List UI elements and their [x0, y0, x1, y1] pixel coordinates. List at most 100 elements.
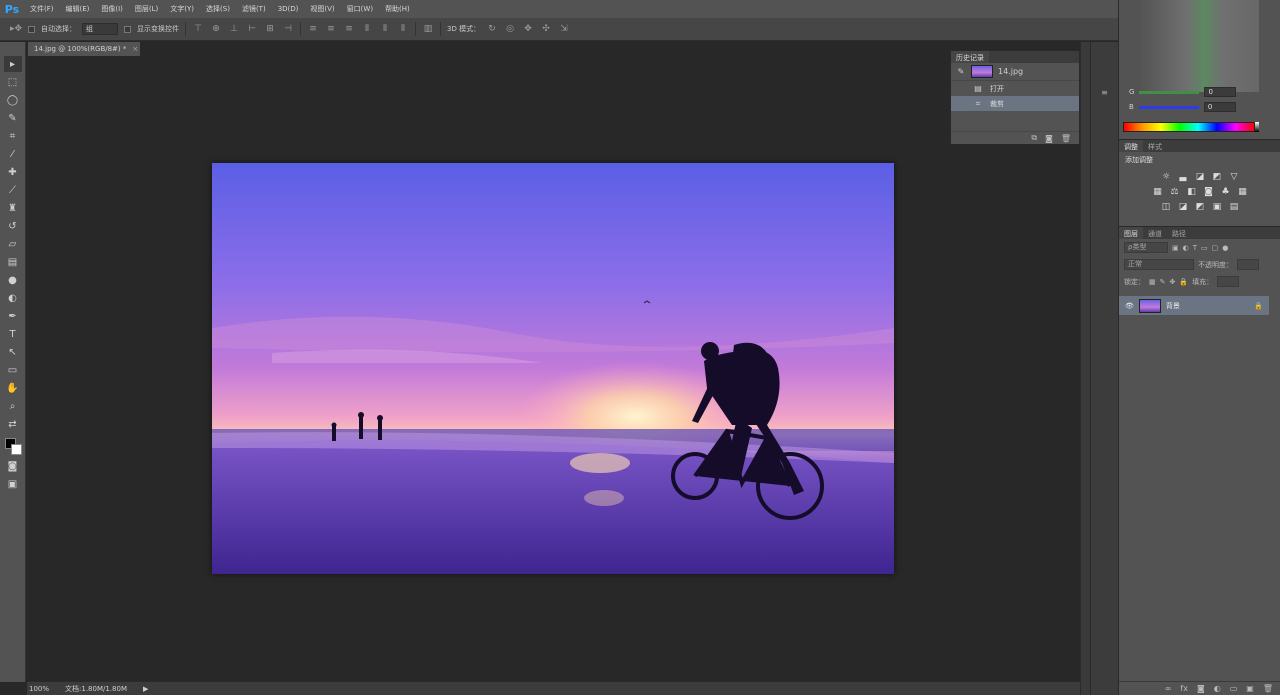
- path-select-tool-icon[interactable]: ↖: [4, 344, 22, 360]
- brightness-icon[interactable]: ☼: [1160, 171, 1172, 183]
- background-color[interactable]: [10, 444, 22, 455]
- color-slider-g[interactable]: G 0: [1129, 86, 1269, 98]
- trash-icon[interactable]: 🗑: [1263, 684, 1273, 693]
- align-hcenter-icon[interactable]: ⊞: [264, 23, 276, 35]
- history-step-open[interactable]: ▤ 打开: [951, 81, 1079, 96]
- auto-select-checkbox[interactable]: [28, 25, 35, 33]
- vibrance-icon[interactable]: ▽: [1228, 171, 1240, 183]
- menu-image[interactable]: 图像(I): [95, 4, 129, 14]
- levels-icon[interactable]: ▃: [1177, 171, 1189, 183]
- new-document-from-state-icon[interactable]: ⧉: [1031, 133, 1037, 143]
- dodge-tool-icon[interactable]: ◐: [4, 290, 22, 306]
- new-layer-icon[interactable]: ▣: [1246, 684, 1254, 693]
- tab-layers[interactable]: 图层: [1119, 227, 1143, 239]
- layer-row[interactable]: 👁 背景 🔒: [1119, 296, 1269, 315]
- auto-align-icon[interactable]: ▥: [422, 23, 434, 35]
- gradient-tool-icon[interactable]: ▤: [4, 254, 22, 270]
- document-tab[interactable]: 14.jpg @ 100%(RGB/8#) * ×: [28, 42, 140, 56]
- distribute-left-icon[interactable]: ⫴: [361, 23, 373, 35]
- lock-position-icon[interactable]: ✥: [1170, 278, 1176, 286]
- layer-name[interactable]: 背景: [1166, 301, 1249, 311]
- move-tool-preset-icon[interactable]: ▸✥: [10, 23, 22, 35]
- swap-colors-icon[interactable]: ⇄: [4, 416, 22, 432]
- distribute-right-icon[interactable]: ⫴: [397, 23, 409, 35]
- menu-layer[interactable]: 图层(L): [129, 4, 164, 14]
- align-top-icon[interactable]: ⊤: [192, 23, 204, 35]
- status-menu-arrow-icon[interactable]: ▶: [143, 685, 148, 693]
- tab-styles[interactable]: 样式: [1143, 140, 1167, 152]
- threshold-icon[interactable]: ◩: [1194, 201, 1206, 213]
- add-mask-icon[interactable]: ◙: [1197, 684, 1205, 693]
- camera-icon[interactable]: ◙: [1045, 134, 1053, 143]
- hand-tool-icon[interactable]: ✋: [4, 380, 22, 396]
- history-step-crop[interactable]: ⌗ 裁剪: [951, 96, 1079, 111]
- layer-style-icon[interactable]: fx: [1180, 684, 1188, 693]
- menu-select[interactable]: 选择(S): [200, 4, 236, 14]
- distribute-vcenter-icon[interactable]: ≡: [325, 23, 337, 35]
- lock-transparent-icon[interactable]: ▦: [1149, 278, 1156, 286]
- stamp-tool-icon[interactable]: ♜: [4, 200, 22, 216]
- panel-expand-icon[interactable]: ≡: [1098, 88, 1112, 98]
- auto-select-dropdown[interactable]: 组: [82, 23, 118, 35]
- curves-icon[interactable]: ◪: [1194, 171, 1206, 183]
- zoom-level[interactable]: 100%: [29, 685, 49, 693]
- menu-window[interactable]: 窗口(W): [341, 4, 379, 14]
- trash-icon[interactable]: 🗑: [1061, 134, 1071, 143]
- zoom-tool-icon[interactable]: ⌕: [4, 398, 22, 414]
- new-group-icon[interactable]: ▭: [1230, 684, 1238, 693]
- posterize-icon[interactable]: ◪: [1177, 201, 1189, 213]
- screen-mode-icon[interactable]: ▣: [4, 476, 22, 492]
- color-spectrum-ramp[interactable]: [1123, 122, 1255, 132]
- healing-tool-icon[interactable]: ✚: [4, 164, 22, 180]
- shape-tool-icon[interactable]: ▭: [4, 362, 22, 378]
- history-snapshot[interactable]: ✎ 14.jpg: [951, 63, 1079, 81]
- color-lookup-icon[interactable]: ▦: [1237, 186, 1249, 198]
- history-brush-tool-icon[interactable]: ↺: [4, 218, 22, 234]
- color-slider-b[interactable]: B 0: [1129, 101, 1269, 113]
- photo-filter-icon[interactable]: ◙: [1203, 186, 1215, 198]
- 3d-rotate-icon[interactable]: ↻: [486, 23, 498, 35]
- tab-channels[interactable]: 通道: [1143, 227, 1167, 239]
- canvas-scrollbar[interactable]: [1080, 42, 1090, 695]
- link-layers-icon[interactable]: ∞: [1165, 684, 1172, 693]
- b-slider-track[interactable]: [1138, 105, 1199, 109]
- fill-input[interactable]: [1217, 276, 1240, 287]
- eye-icon[interactable]: 👁: [1125, 302, 1134, 310]
- lasso-tool-icon[interactable]: ◯: [4, 92, 22, 108]
- filter-type-icon[interactable]: T: [1193, 244, 1197, 252]
- exposure-icon[interactable]: ◩: [1211, 171, 1223, 183]
- align-bottom-icon[interactable]: ⊥: [228, 23, 240, 35]
- new-adjustment-layer-icon[interactable]: ◐: [1214, 684, 1221, 693]
- history-brush-source-icon[interactable]: ✎: [956, 67, 966, 76]
- layer-filter-dropdown[interactable]: ρ类型: [1124, 242, 1168, 253]
- align-left-icon[interactable]: ⊢: [246, 23, 258, 35]
- document-image[interactable]: [212, 163, 894, 574]
- opacity-input[interactable]: [1237, 259, 1259, 270]
- pen-tool-icon[interactable]: ✒: [4, 308, 22, 324]
- 3d-scale-icon[interactable]: ⇲: [558, 23, 570, 35]
- 3d-slide-icon[interactable]: ✣: [540, 23, 552, 35]
- selective-color-icon[interactable]: ▣: [1211, 201, 1223, 213]
- filter-smart-icon[interactable]: ▢: [1212, 244, 1219, 252]
- align-right-icon[interactable]: ⊣: [282, 23, 294, 35]
- distribute-hcenter-icon[interactable]: ⫴: [379, 23, 391, 35]
- blur-tool-icon[interactable]: ●: [4, 272, 22, 288]
- filter-adjustment-icon[interactable]: ◐: [1183, 244, 1189, 252]
- lock-all-icon[interactable]: 🔒: [1179, 278, 1188, 286]
- hue-saturation-icon[interactable]: ▦: [1152, 186, 1164, 198]
- b-value[interactable]: 0: [1203, 102, 1236, 112]
- canvas-area[interactable]: [27, 56, 1080, 681]
- channel-mixer-icon[interactable]: ♣: [1220, 186, 1232, 198]
- filter-shape-icon[interactable]: ▭: [1201, 244, 1208, 252]
- blend-mode-dropdown[interactable]: 正常: [1124, 259, 1194, 270]
- close-icon[interactable]: ×: [132, 45, 138, 53]
- menu-type[interactable]: 文字(Y): [164, 4, 200, 14]
- distribute-bottom-icon[interactable]: ≡: [343, 23, 355, 35]
- tab-adjustments[interactable]: 调整: [1119, 140, 1143, 152]
- gradient-map-icon[interactable]: ▤: [1228, 201, 1240, 213]
- eyedropper-tool-icon[interactable]: ⁄: [4, 146, 22, 162]
- menu-filter[interactable]: 滤镜(T): [236, 4, 272, 14]
- color-swatches[interactable]: [3, 438, 23, 456]
- tab-history[interactable]: 历史记录: [951, 51, 989, 63]
- transform-controls-checkbox[interactable]: [124, 25, 131, 33]
